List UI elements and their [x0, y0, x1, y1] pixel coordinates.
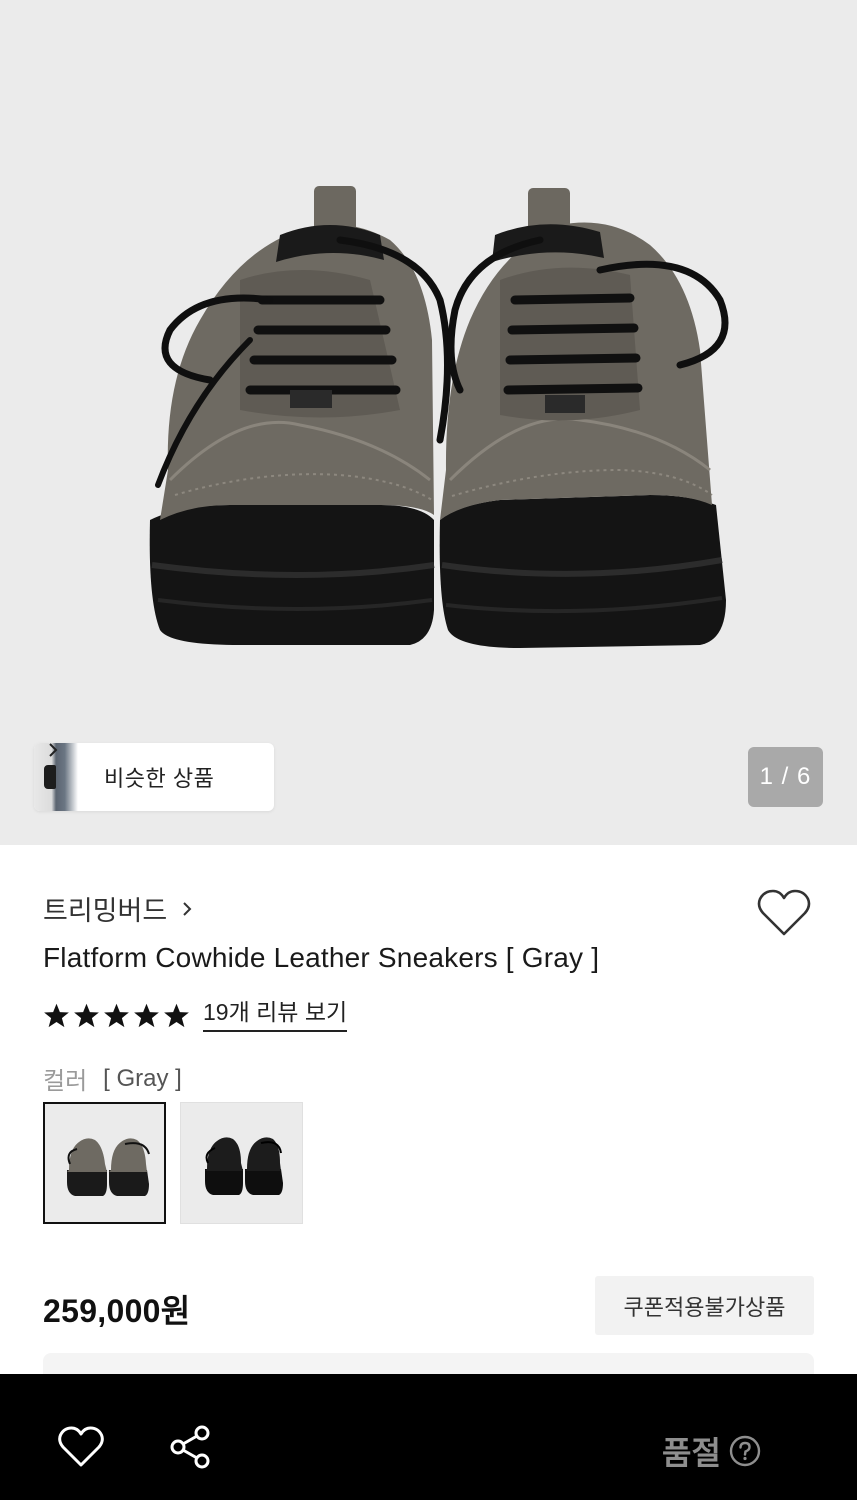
share-icon[interactable]: [168, 1424, 212, 1470]
color-row: 컬러 [ Gray ]: [43, 1061, 182, 1096]
reviews-link[interactable]: 19개 리뷰 보기: [203, 999, 348, 1032]
chevron-right-icon: [183, 901, 192, 916]
chevron-right-icon: [49, 743, 58, 757]
product-photo: [149, 186, 729, 648]
coupon-unavailable-badge: 쿠폰적용불가상품: [595, 1276, 814, 1335]
product-price: 259,000원: [43, 1293, 191, 1329]
color-label: 컬러: [43, 1068, 88, 1095]
rating-stars: [43, 1002, 190, 1029]
star-icon: [164, 1003, 189, 1028]
soldout-status: 품절: [662, 1428, 761, 1474]
product-title: Flatform Cowhide Leather Sneakers [ Gray…: [43, 942, 600, 973]
heart-icon[interactable]: [58, 1426, 104, 1468]
heart-icon[interactable]: [757, 888, 811, 938]
product-image-gallery[interactable]: 비슷한 상품 1 / 6: [0, 0, 857, 845]
star-icon: [104, 1003, 129, 1028]
brand-link[interactable]: 트리밍버드: [43, 889, 193, 928]
star-icon: [134, 1003, 159, 1028]
rating-row: 19개 리뷰 보기: [43, 999, 348, 1032]
black-shoe-thumbnail: [205, 1137, 283, 1195]
color-option-gray[interactable]: [43, 1102, 166, 1224]
star-icon: [44, 1003, 69, 1028]
soldout-label: 품절: [662, 1435, 721, 1471]
image-counter: 1 / 6: [748, 747, 823, 807]
help-circle-icon[interactable]: [729, 1435, 761, 1467]
gray-shoe-thumbnail: [67, 1138, 150, 1196]
similar-products-button[interactable]: 비슷한 상품: [34, 743, 274, 811]
star-icon: [74, 1003, 99, 1028]
color-option-black[interactable]: [180, 1102, 303, 1224]
brand-name: 트리밍버드: [43, 896, 168, 926]
similar-products-label: 비슷한 상품: [104, 766, 215, 791]
product-page: 비슷한 상품 1 / 6 트리밍버드 Flatform Cowhide Leat…: [0, 0, 857, 1500]
selected-color-value: [ Gray ]: [103, 1064, 182, 1092]
color-swatches: [43, 1102, 303, 1224]
